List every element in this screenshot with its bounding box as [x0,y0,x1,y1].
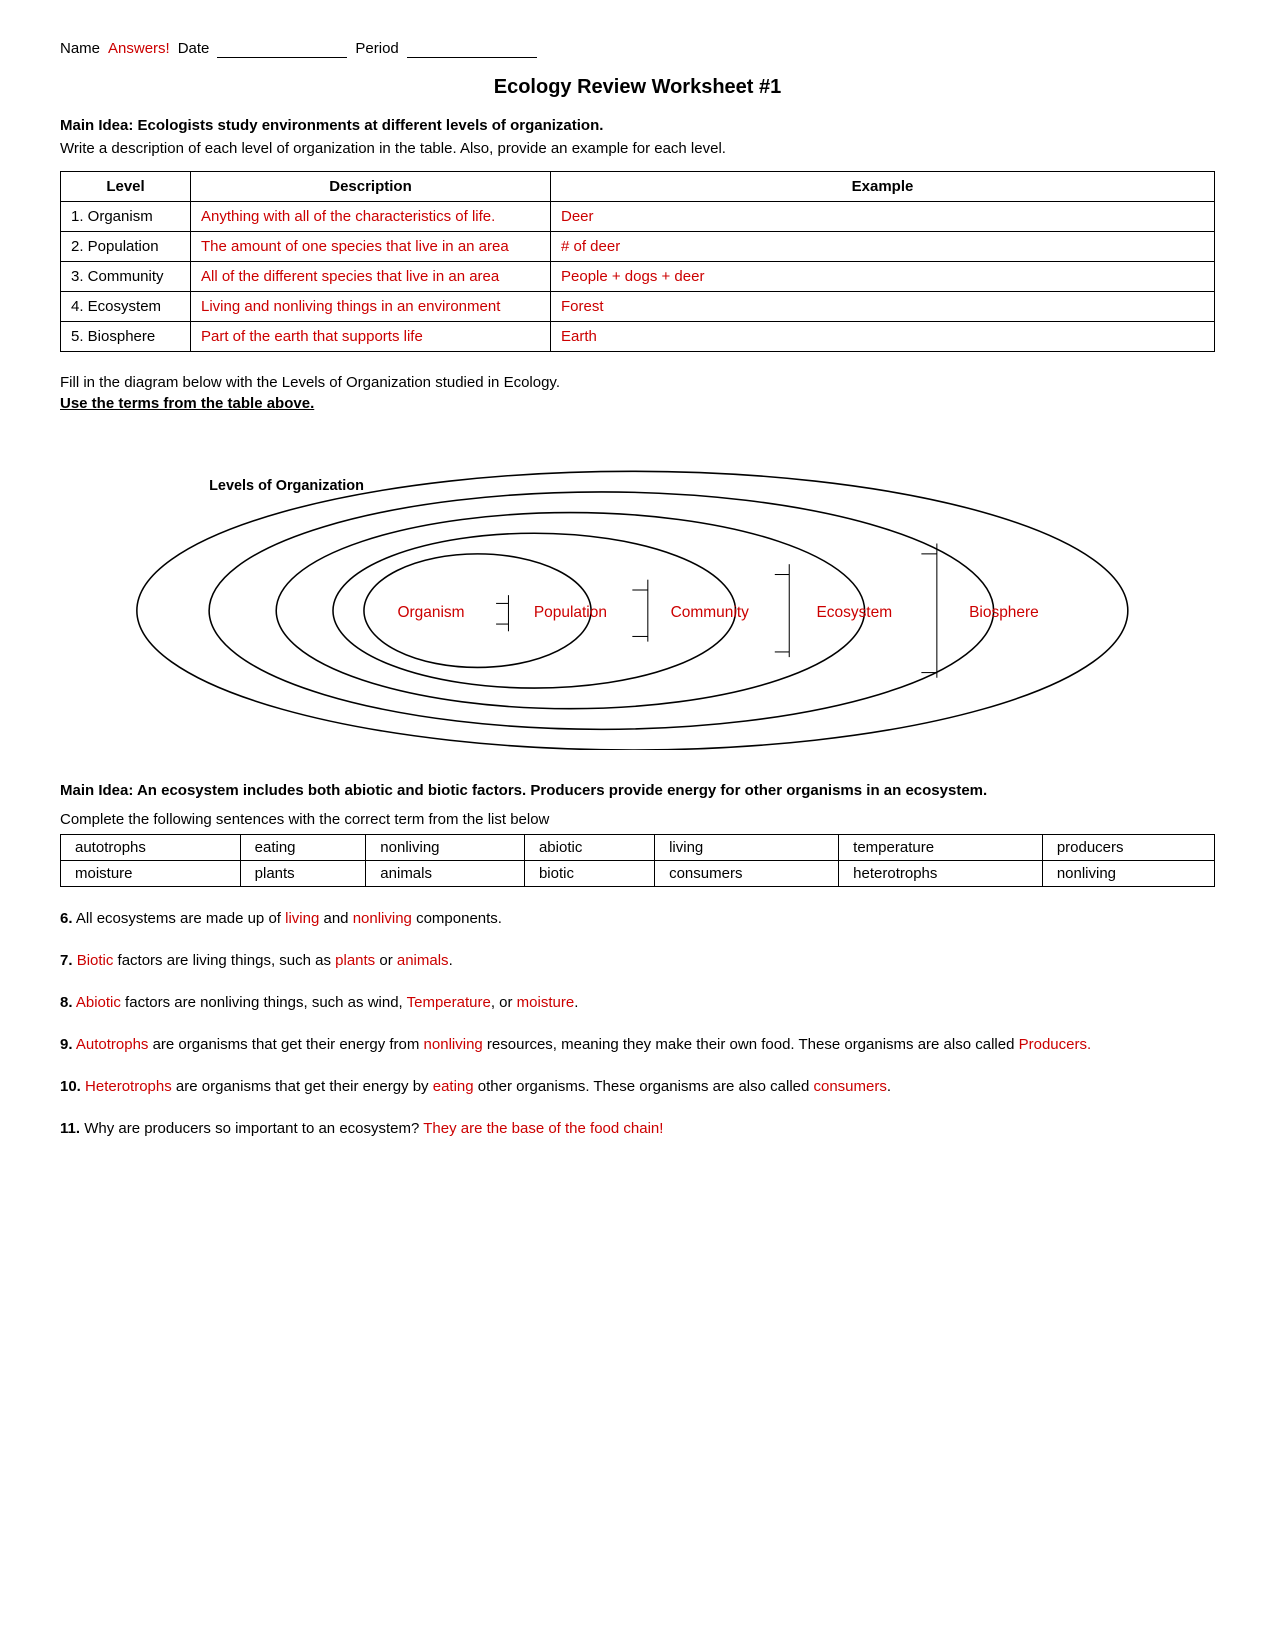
word-bank-cell: nonliving [366,834,525,860]
word-bank-cell: moisture [61,860,241,886]
name-label: Name [60,40,100,57]
word-bank-cell: living [655,834,839,860]
table-row: 3. CommunityAll of the different species… [61,262,1215,292]
sentence-item: 7. Biotic factors are living things, suc… [60,949,1215,973]
sentence-text: 11. Why are producers so important to an… [60,1117,1215,1141]
period-label: Period [355,40,398,57]
word-bank-cell: plants [240,860,366,886]
word-bank-cell: temperature [839,834,1043,860]
col-description: Description [191,172,551,202]
word-bank-cell: biotic [524,860,654,886]
description-cell: Part of the earth that supports life [191,322,551,352]
diagram-underline-instruction: Use the terms from the table above. [60,395,1215,412]
date-label: Date [178,40,210,57]
word-bank-cell: animals [366,860,525,886]
description-cell: Anything with all of the characteristics… [191,202,551,232]
date-field[interactable] [217,40,347,58]
word-bank-cell: nonliving [1042,860,1214,886]
sentences-container: 6. All ecosystems are made up of living … [60,907,1215,1141]
word-bank-cell: autotrophs [61,834,241,860]
sentence-text: 9. Autotrophs are organisms that get the… [60,1033,1215,1057]
level-cell: 1. Organism [61,202,191,232]
word-bank-table: autotrophseatingnonlivingabioticlivingte… [60,834,1215,887]
main-idea2-text: Main Idea: An ecosystem includes both ab… [60,782,987,799]
biosphere-label: Biosphere [969,604,1039,621]
sentence-item: 6. All ecosystems are made up of living … [60,907,1215,931]
diagram-instruction: Fill in the diagram below with the Level… [60,374,1215,391]
complete-instruction: Complete the following sentences with th… [60,811,1215,828]
description-cell: The amount of one species that live in a… [191,232,551,262]
section1-main-idea: Main Idea: Ecologists study environments… [60,117,1215,134]
period-field[interactable] [407,40,537,58]
answers-label: Answers! [108,40,170,57]
sentence-item: 9. Autotrophs are organisms that get the… [60,1033,1215,1057]
sentence-item: 8. Abiotic factors are nonliving things,… [60,991,1215,1015]
example-cell: Deer [551,202,1215,232]
word-bank-cell: eating [240,834,366,860]
sentence-item: 11. Why are producers so important to an… [60,1117,1215,1141]
population-label: Population [534,604,607,621]
community-label: Community [671,604,749,621]
level-cell: 3. Community [61,262,191,292]
example-cell: # of deer [551,232,1215,262]
col-example: Example [551,172,1215,202]
word-bank-cell: consumers [655,860,839,886]
example-cell: People + dogs + deer [551,262,1215,292]
level-cell: 4. Ecosystem [61,292,191,322]
level-cell: 5. Biosphere [61,322,191,352]
description-cell: All of the different species that live i… [191,262,551,292]
levels-diagram: Levels of Organization Organism Populati… [60,430,1215,750]
ecosystem-label: Ecosystem [816,604,892,621]
diagram-label: Levels of Organization [209,478,364,494]
table-row: 4. EcosystemLiving and nonliving things … [61,292,1215,322]
organization-table: Level Description Example 1. OrganismAny… [60,171,1215,352]
word-bank-cell: heterotrophs [839,860,1043,886]
sentence-item: 10. Heterotrophs are organisms that get … [60,1075,1215,1099]
description-cell: Living and nonliving things in an enviro… [191,292,551,322]
col-level: Level [61,172,191,202]
section1-instruction: Write a description of each level of org… [60,140,1215,157]
table-row: 2. PopulationThe amount of one species t… [61,232,1215,262]
page-title: Ecology Review Worksheet #1 [60,76,1215,99]
level-cell: 2. Population [61,232,191,262]
table-row: 1. OrganismAnything with all of the char… [61,202,1215,232]
organism-label: Organism [398,604,465,621]
sentence-text: 10. Heterotrophs are organisms that get … [60,1075,1215,1099]
example-cell: Earth [551,322,1215,352]
sentence-text: 8. Abiotic factors are nonliving things,… [60,991,1215,1015]
diagram-container: Levels of Organization Organism Populati… [60,430,1215,750]
word-bank-cell: abiotic [524,834,654,860]
sentence-text: 7. Biotic factors are living things, suc… [60,949,1215,973]
section2-main-idea: Main Idea: An ecosystem includes both ab… [60,780,1215,803]
header: Name Answers! Date Period [60,40,1215,58]
sentence-text: 6. All ecosystems are made up of living … [60,907,1215,931]
table-row: 5. BiospherePart of the earth that suppo… [61,322,1215,352]
example-cell: Forest [551,292,1215,322]
word-bank-cell: producers [1042,834,1214,860]
